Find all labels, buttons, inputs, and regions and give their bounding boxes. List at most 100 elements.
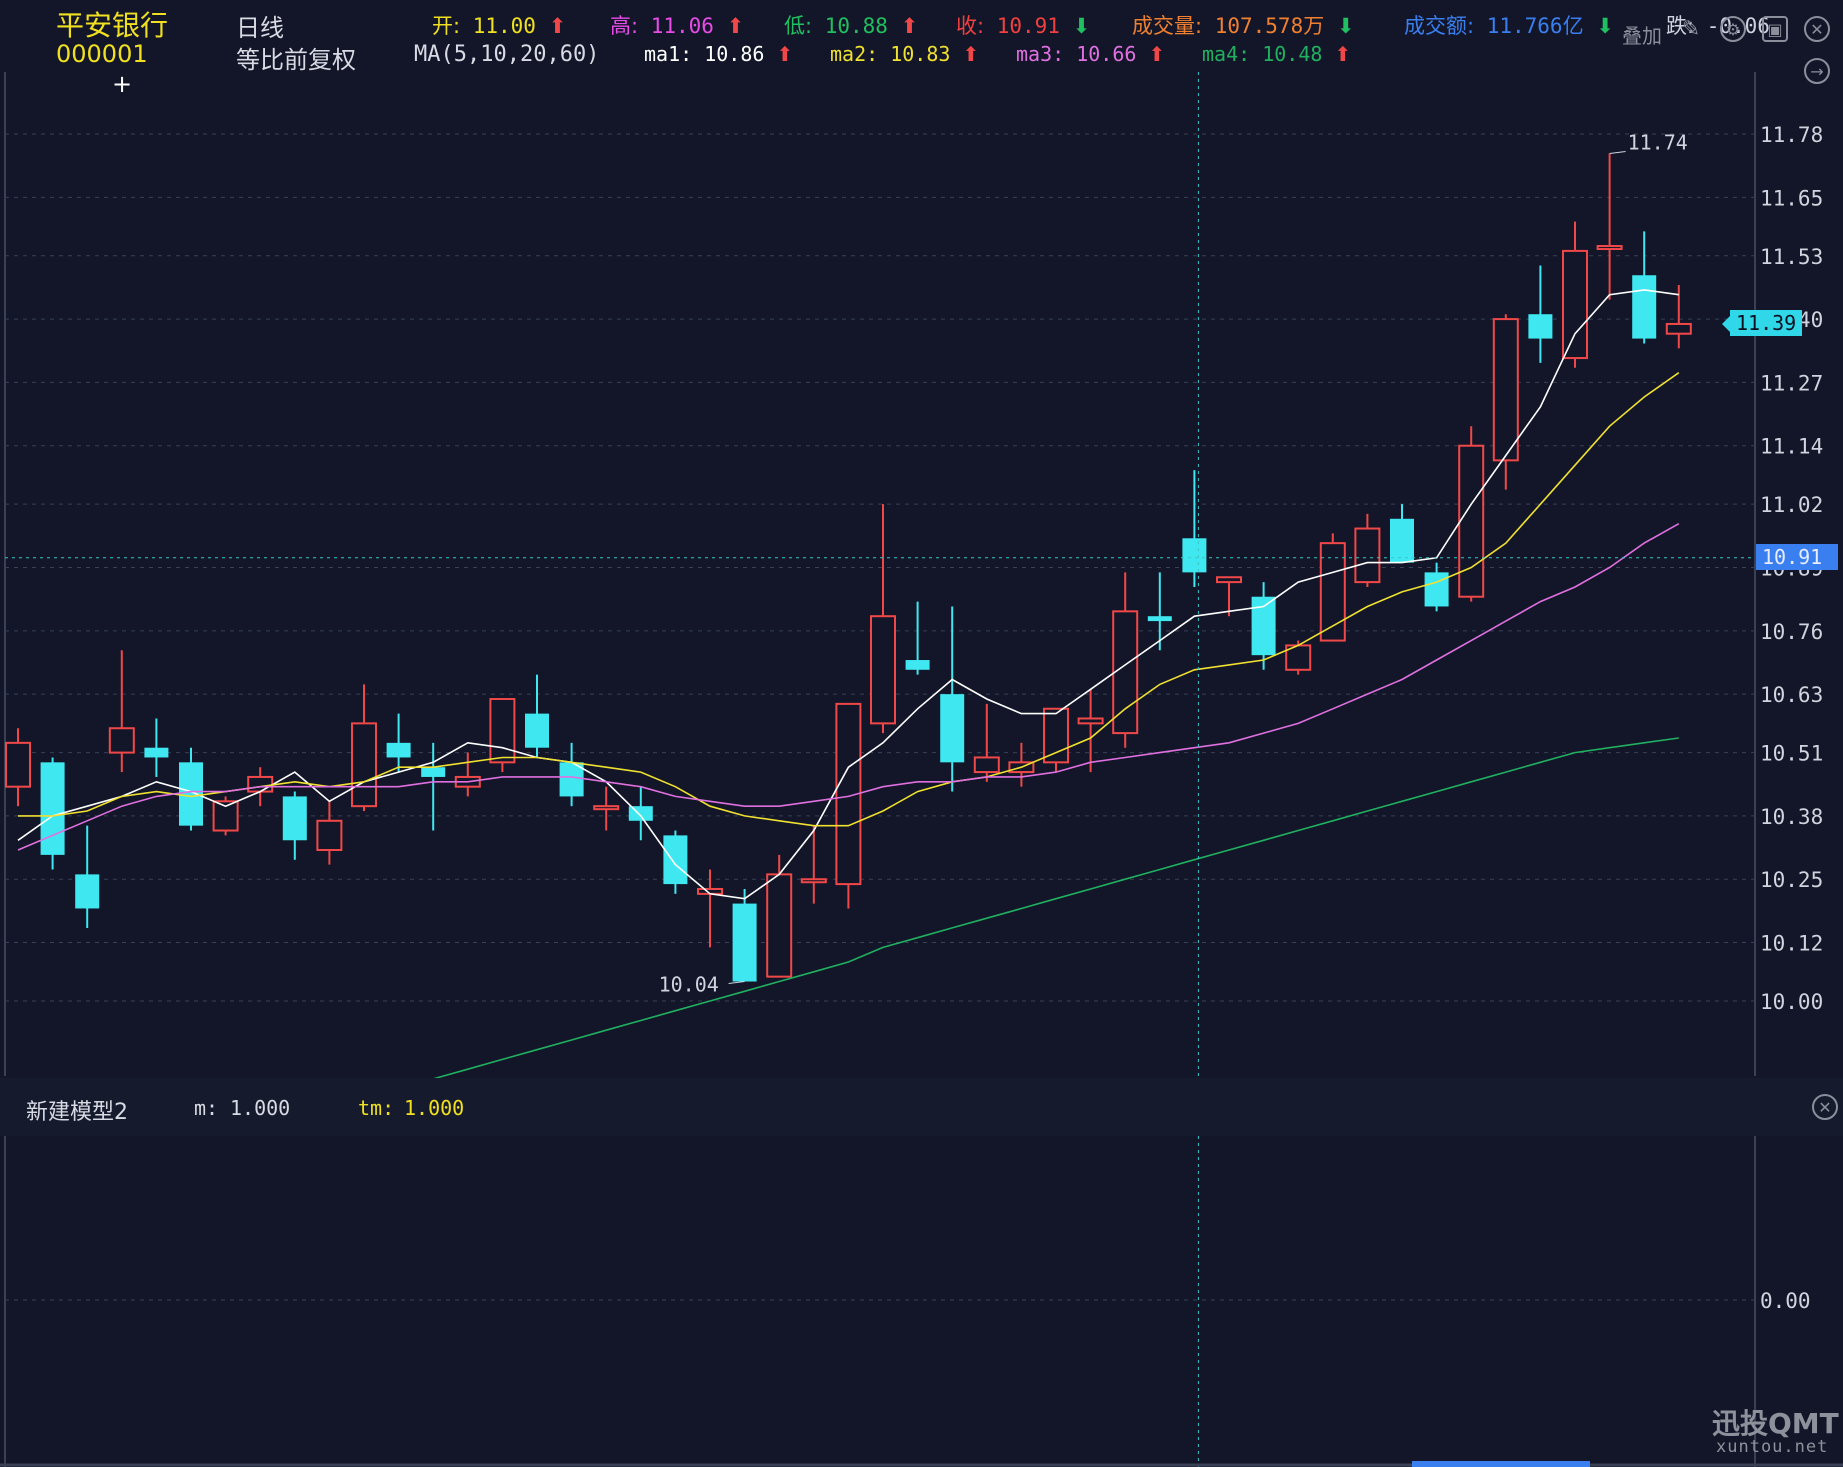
candle-body-down bbox=[144, 747, 169, 758]
candle bbox=[75, 825, 100, 928]
candle-body-up bbox=[1492, 318, 1519, 462]
candle-body-up bbox=[766, 873, 793, 978]
candle-body-up bbox=[973, 756, 1000, 774]
candle bbox=[421, 742, 446, 831]
candle-body-down bbox=[732, 903, 757, 982]
candle-body-up bbox=[1596, 245, 1623, 251]
candle-body-up bbox=[351, 722, 377, 808]
candle bbox=[316, 801, 343, 865]
candle-body-down bbox=[1147, 616, 1172, 622]
sub-indicator-panel[interactable]: 0.00 bbox=[0, 1136, 1843, 1467]
y-tick-label: 10.63 bbox=[1760, 683, 1823, 707]
candle-body-down bbox=[663, 835, 688, 885]
candle-body-down bbox=[179, 762, 203, 826]
candle bbox=[940, 606, 965, 792]
candle bbox=[1390, 504, 1414, 563]
candle-body-up bbox=[489, 698, 516, 764]
candle bbox=[1319, 533, 1346, 642]
y-tick-label: 10.12 bbox=[1760, 932, 1823, 956]
candle-body-up bbox=[1043, 707, 1069, 764]
sub-panel-close-icon[interactable]: ✕ bbox=[1812, 1094, 1838, 1120]
sub-panel-header: 新建模型2 m: 1.000 tm: 1.000 ✕ bbox=[0, 1078, 1843, 1136]
candle bbox=[1354, 513, 1381, 587]
sub-panel-title[interactable]: 新建模型2 bbox=[26, 1094, 128, 1126]
candle bbox=[593, 786, 620, 831]
candle-body-down bbox=[905, 660, 930, 670]
candle bbox=[663, 830, 688, 894]
sub-zero-label: 0.00 bbox=[1760, 1289, 1811, 1313]
candle-body-up bbox=[108, 727, 135, 754]
candle bbox=[525, 674, 549, 758]
candle bbox=[1182, 470, 1207, 587]
y-tick-label: 10.00 bbox=[1760, 990, 1823, 1014]
candle bbox=[1147, 572, 1172, 651]
candle-body-up bbox=[800, 878, 827, 884]
low-annotation-leader bbox=[728, 981, 745, 985]
candle-body-down bbox=[1528, 314, 1553, 339]
cursor-price-tag: 10.91 bbox=[1756, 543, 1838, 570]
candle bbox=[1596, 153, 1623, 300]
ma4-line bbox=[433, 737, 1679, 1078]
candle-body-up bbox=[247, 775, 274, 793]
candle bbox=[1528, 265, 1553, 363]
candle-body-up bbox=[1665, 322, 1692, 335]
tm-value: 1.000 bbox=[404, 1096, 465, 1120]
candle bbox=[5, 728, 31, 807]
y-tick-label: 11.65 bbox=[1760, 186, 1823, 210]
y-tick-label: 10.25 bbox=[1760, 868, 1823, 892]
candle bbox=[1632, 231, 1657, 344]
candle bbox=[1008, 742, 1035, 787]
scrollbar-thumb bbox=[1412, 1461, 1590, 1467]
candle bbox=[108, 650, 135, 773]
candle-body-up bbox=[1354, 527, 1381, 584]
watermark-url: xuntou.net bbox=[1716, 1437, 1829, 1457]
candle-body-down bbox=[1424, 572, 1449, 607]
candle-body-down bbox=[525, 713, 549, 748]
candle bbox=[489, 698, 516, 773]
candle bbox=[697, 869, 723, 948]
candle bbox=[1112, 572, 1139, 748]
candle-body-down bbox=[40, 762, 65, 855]
high-annotation-leader bbox=[1609, 150, 1626, 154]
candle bbox=[628, 786, 653, 841]
candle bbox=[1562, 221, 1588, 368]
candle-body-down bbox=[282, 796, 307, 841]
candle-body-down bbox=[1632, 275, 1657, 339]
candle bbox=[973, 703, 1000, 782]
candle bbox=[144, 718, 169, 777]
y-tick-label: 11.27 bbox=[1760, 371, 1823, 395]
candle-body-up bbox=[1458, 444, 1485, 598]
candle-body-up bbox=[870, 615, 896, 725]
y-tick-label: 10.76 bbox=[1760, 620, 1823, 644]
candle bbox=[1043, 707, 1069, 773]
y-tick-label: 10.51 bbox=[1760, 742, 1823, 766]
candle bbox=[454, 752, 481, 797]
candle bbox=[800, 825, 827, 904]
current-price-tag: 11.39 bbox=[1730, 309, 1803, 336]
low-annotation: 10.04 bbox=[659, 973, 719, 997]
candle-body-down bbox=[386, 742, 411, 758]
candle-body-up bbox=[1112, 610, 1139, 735]
y-tick-label: 11.78 bbox=[1760, 123, 1823, 147]
m-value: 1.000 bbox=[230, 1096, 291, 1120]
candle-body-down bbox=[940, 694, 965, 763]
y-tick-label: 11.02 bbox=[1760, 493, 1823, 517]
candle-body-down bbox=[1251, 596, 1276, 656]
candle-body-up bbox=[316, 819, 343, 852]
candle-body-up bbox=[1562, 249, 1588, 360]
y-tick-label: 11.14 bbox=[1760, 435, 1823, 459]
candlestick-chart[interactable]: 11.7811.6511.5311.4011.2711.1411.0210.89… bbox=[0, 0, 1843, 1078]
candle bbox=[732, 888, 757, 982]
candle-body-up bbox=[5, 741, 31, 788]
candle bbox=[282, 791, 307, 860]
y-tick-label: 11.53 bbox=[1760, 245, 1823, 269]
candle bbox=[870, 504, 896, 734]
candle-body-up bbox=[1216, 576, 1242, 584]
candle bbox=[905, 601, 930, 675]
candle bbox=[351, 684, 377, 812]
candle-body-down bbox=[75, 874, 100, 909]
candle-body-down bbox=[1390, 518, 1414, 563]
candle-body-up bbox=[1077, 717, 1104, 725]
candle bbox=[1492, 314, 1519, 490]
m-label: m: bbox=[194, 1096, 219, 1120]
